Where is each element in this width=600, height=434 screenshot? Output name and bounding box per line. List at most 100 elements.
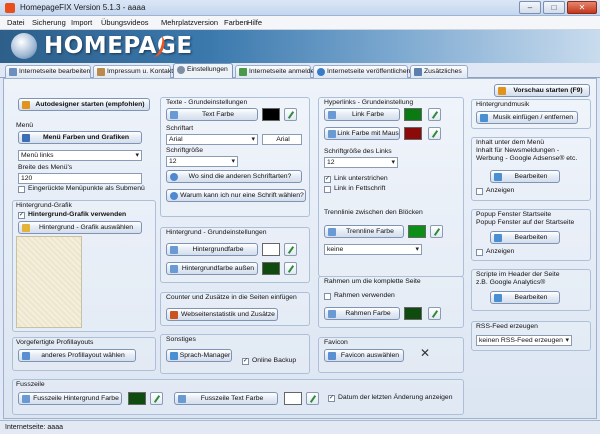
separator-color-button[interactable]: Trennline Farbe	[324, 225, 404, 238]
bg-outer-color-swatch[interactable]	[262, 262, 280, 275]
footer-date-checkbox[interactable]: ✓	[328, 395, 335, 402]
title-bar: HomepageFIX Version 5.1.3 - aaaa – □ ✕	[0, 0, 600, 16]
hyperlinks-title: Hyperlinks - Grundeinstellung	[324, 99, 414, 106]
footer-bg-pen-icon[interactable]	[150, 392, 163, 405]
tab-impressum[interactable]: Impressum u. Kontakt	[93, 65, 173, 78]
font-select[interactable]: Arial	[166, 134, 258, 145]
music-title: Hintergrundmusik	[476, 101, 530, 108]
separator-style-select[interactable]: keine	[324, 244, 422, 255]
favicon-title: Favicon	[324, 339, 348, 346]
text-color-swatch[interactable]	[262, 108, 280, 121]
bg-graphic-choose-button[interactable]: Hintergrund - Grafik auswählen	[18, 221, 142, 234]
maximize-button[interactable]: □	[543, 1, 565, 14]
tab-internetseite-anmelden[interactable]: Internetseite anmelden	[235, 65, 318, 78]
link-hover-pen-icon[interactable]	[428, 127, 441, 140]
bg-color-swatch[interactable]	[262, 243, 280, 256]
tab-veroeffentlichen[interactable]: Internetseite veröffentlichen	[313, 65, 410, 78]
link-hover-color-button[interactable]: Link Farbe mit Maus	[324, 127, 400, 140]
logo-text: HOMEPAGE	[44, 33, 193, 59]
preview-button[interactable]: Vorschau starten (F9)	[494, 84, 590, 97]
menu-mehrplatzversion[interactable]: Mehrplatzversion	[161, 18, 218, 27]
menu-import[interactable]: Import	[71, 18, 92, 27]
menu-width-input[interactable]: 120	[18, 173, 142, 184]
menu-icon	[22, 134, 30, 142]
bg-color-pen-icon[interactable]	[284, 243, 297, 256]
status-text: Internetseite: aaaa	[5, 424, 63, 431]
rss-select[interactable]: keinen RSS-Feed erzeugen	[476, 335, 572, 346]
bg-outer-pen-icon[interactable]	[284, 262, 297, 275]
bg-color-button[interactable]: Hintergrundfarbe	[166, 243, 258, 256]
favicon-choose-button[interactable]: Favicon auswählen	[324, 349, 404, 362]
bold-link-label: Link in Fettschrift	[334, 185, 386, 192]
page-edit-icon	[9, 68, 17, 76]
extras-icon	[414, 68, 422, 76]
help-icon	[170, 173, 178, 181]
frame-use-checkbox[interactable]	[324, 293, 331, 300]
text-color-pen-icon[interactable]	[284, 108, 297, 121]
window-title: HomepageFIX Version 5.1.3 - aaaa	[20, 3, 146, 12]
footer-bg-swatch[interactable]	[128, 392, 146, 405]
link-color-pen-icon[interactable]	[428, 108, 441, 121]
stats-button[interactable]: Webseitenstatistik und Zusätze	[166, 308, 278, 321]
other-fonts-button[interactable]: Wo sind die anderen Schriftarten?	[166, 170, 302, 183]
favicon-remove-icon[interactable]: ✕	[420, 347, 430, 359]
background-texture-preview	[16, 236, 82, 328]
tab-bar: Internetseite bearbeiten Impressum u. Ko…	[0, 63, 600, 79]
language-icon	[170, 352, 178, 360]
footer-bg-color-button[interactable]: Fusszeile Hintergrund Farbe	[18, 392, 122, 405]
palette-icon	[328, 228, 336, 236]
popup-show-checkbox[interactable]	[476, 249, 483, 256]
footer-title: Fusszeile	[16, 381, 45, 388]
scripts-title: Scripte im Header der Seite	[476, 271, 560, 278]
menu-sicherung[interactable]: Sicherung	[32, 18, 66, 27]
app-icon	[5, 3, 15, 13]
tab-internetseite-bearbeiten[interactable]: Internetseite bearbeiten	[5, 65, 91, 78]
menu-section-title: Menü	[16, 122, 34, 129]
autodesigner-button[interactable]: Autodesigner starten (empfohlen)	[18, 98, 150, 111]
palette-icon	[178, 395, 186, 403]
link-color-button[interactable]: Link Farbe	[324, 108, 400, 121]
menu-content-edit-button[interactable]: Bearbeiten	[490, 170, 560, 183]
separator-pen-icon[interactable]	[430, 225, 443, 238]
popup-desc: Popup Fenster auf der Startseite	[476, 219, 575, 226]
separator-color-swatch[interactable]	[408, 225, 426, 238]
bold-link-checkbox[interactable]	[324, 186, 331, 193]
footer-text-pen-icon[interactable]	[306, 392, 319, 405]
frame-color-button[interactable]: Rahmen Farbe	[324, 307, 400, 320]
tab-zusaetzliches[interactable]: Zusätzliches	[410, 65, 468, 78]
footer-text-swatch[interactable]	[284, 392, 302, 405]
close-button[interactable]: ✕	[567, 1, 597, 14]
edit-icon	[494, 294, 502, 302]
menu-uebungsvideos[interactable]: Übungsvideos	[101, 18, 149, 27]
online-backup-checkbox[interactable]: ✓	[242, 358, 249, 365]
underline-checkbox[interactable]: ✓	[324, 176, 331, 183]
frame-color-swatch[interactable]	[404, 307, 422, 320]
frame-title: Rahmen um die komplette Seite	[324, 278, 421, 285]
menu-colors-button[interactable]: Menü Farben und Grafiken	[18, 131, 142, 144]
music-button[interactable]: Musik einfügen / entfernen	[476, 111, 578, 124]
bg-graphic-checkbox[interactable]: ✓	[18, 212, 25, 219]
frame-pen-icon[interactable]	[428, 307, 441, 320]
language-manager-button[interactable]: Sprach-Manager	[166, 349, 232, 362]
menu-content-show-checkbox[interactable]	[476, 188, 483, 195]
font-size-select[interactable]: 12	[166, 156, 238, 167]
text-color-button[interactable]: Text Farbe	[166, 108, 258, 121]
palette-icon	[170, 265, 178, 273]
footer-text-color-button[interactable]: Fusszeile Text Farbe	[174, 392, 278, 405]
menu-hilfe[interactable]: Hilfe	[247, 18, 262, 27]
minimize-button[interactable]: –	[519, 1, 541, 14]
link-hover-color-swatch[interactable]	[404, 127, 422, 140]
menu-position-select[interactable]: Menü links	[18, 150, 142, 161]
menu-datei[interactable]: Datei	[7, 18, 25, 27]
menu-indent-checkbox[interactable]	[18, 186, 25, 193]
scripts-edit-button[interactable]: Bearbeiten	[490, 291, 560, 304]
link-size-select[interactable]: 12	[324, 157, 398, 168]
menu-farben[interactable]: Farben	[224, 18, 248, 27]
popup-edit-button[interactable]: Bearbeiten	[490, 231, 560, 244]
why-one-font-button[interactable]: Warum kann ich nur eine Schrift wählen?	[166, 189, 306, 202]
profile-layout-button[interactable]: anderes Profillayout wählen	[18, 349, 136, 362]
tab-einstellungen[interactable]: Einstellungen	[173, 63, 233, 79]
palette-icon	[170, 246, 178, 254]
link-color-swatch[interactable]	[404, 108, 422, 121]
bg-outer-color-button[interactable]: Hintergrundfarbe außen	[166, 262, 258, 275]
